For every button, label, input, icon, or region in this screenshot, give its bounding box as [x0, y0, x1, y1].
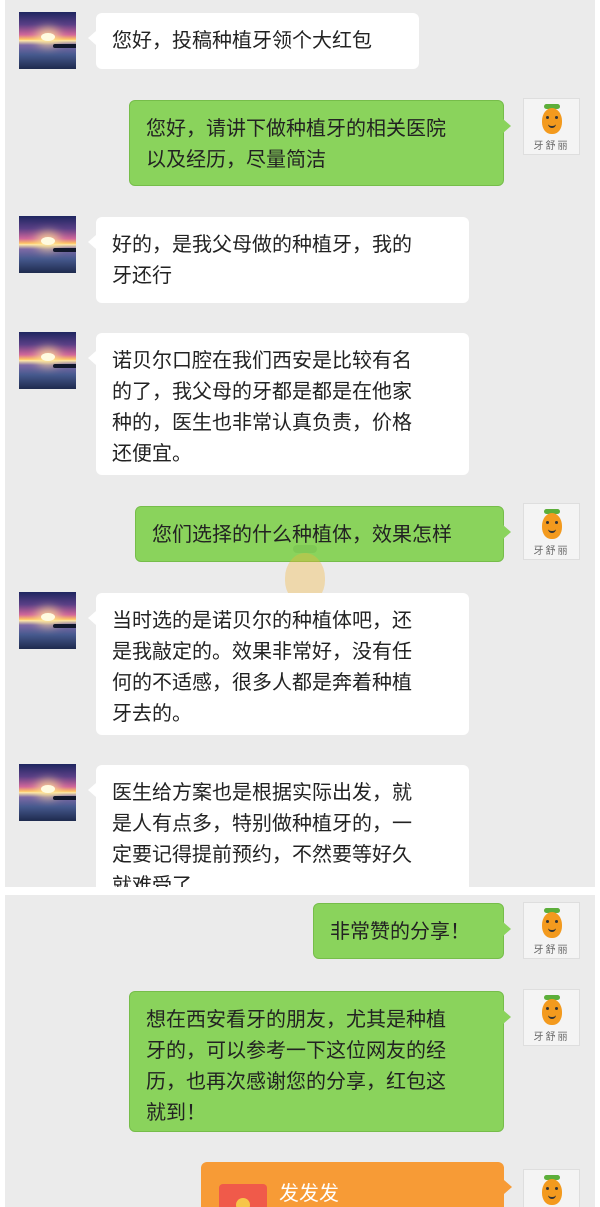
message-line: 您好，请讲下做种植牙的相关医院 — [146, 116, 446, 140]
message-line: 诺贝尔口腔在我们西安是比较有名 — [112, 348, 412, 372]
message-line: 医生给方案也是根据实际出发，就 — [112, 780, 412, 804]
brand-avatar-label: 牙舒丽 — [533, 1032, 570, 1043]
message-bubble-incoming[interactable]: 医生给方案也是根据实际出发，就 是人有点多，特别做种植牙的，一 定要记得提前预约… — [88, 765, 469, 887]
brand-avatar-label: 牙舒丽 — [533, 945, 570, 956]
message-bubble-incoming[interactable]: 诺贝尔口腔在我们西安是比较有名 的了，我父母的牙都是都是在他家 种的，医生也非常… — [88, 333, 469, 475]
message-bubble-incoming[interactable]: 您好，投稿种植牙领个大红包 — [88, 13, 419, 69]
red-packet-message[interactable]: 发发发 — [201, 1162, 512, 1207]
carrot-mascot-icon — [542, 108, 562, 134]
carrot-mascot-icon — [542, 513, 562, 539]
red-packet-icon — [219, 1184, 267, 1207]
message-line: 种的，医生也非常认真负责，价格 — [112, 410, 412, 434]
user-avatar[interactable] — [19, 764, 76, 821]
message-line: 还便宜。 — [112, 441, 192, 465]
message-bubble-incoming[interactable]: 当时选的是诺贝尔的种植体吧，还 是我敲定的。效果非常好，没有任 何的不适感，很多… — [88, 593, 469, 735]
user-avatar[interactable] — [19, 216, 76, 273]
user-avatar[interactable] — [19, 12, 76, 69]
message-line: 是人有点多，特别做种植牙的，一 — [112, 811, 412, 835]
message-line: 的了，我父母的牙都是都是在他家 — [112, 379, 412, 403]
message-bubble-outgoing[interactable]: 您好，请讲下做种植牙的相关医院 以及经历，尽量简洁 — [129, 100, 511, 186]
chat-panel-bottom: 牙舒丽 非常赞的分享！ 牙舒丽 想在西安看牙的朋友，尤其是种植 牙的，可以参考一… — [5, 895, 595, 1207]
carrot-mascot-icon — [542, 912, 562, 938]
brand-avatar[interactable]: 牙舒丽 — [523, 503, 580, 560]
message-line: 是我敲定的。效果非常好，没有任 — [112, 639, 412, 663]
brand-avatar[interactable]: 牙舒丽 — [523, 98, 580, 155]
brand-avatar-label: 牙舒丽 — [533, 141, 570, 152]
message-line: 以及经历，尽量简洁 — [146, 147, 326, 171]
brand-avatar[interactable]: 牙舒丽 — [523, 1169, 580, 1207]
user-avatar[interactable] — [19, 332, 76, 389]
message-line: 非常赞的分享！ — [330, 919, 470, 943]
chat-panel-top: 您好，投稿种植牙领个大红包 牙舒丽 您好，请讲下做种植牙的相关医院 以及经历，尽… — [5, 0, 595, 887]
brand-avatar[interactable]: 牙舒丽 — [523, 902, 580, 959]
message-line: 您好，投稿种植牙领个大红包 — [112, 28, 372, 52]
message-line: 好的，是我父母做的种植牙，我的 — [112, 232, 412, 256]
brand-avatar-label: 牙舒丽 — [533, 546, 570, 557]
message-bubble-outgoing[interactable]: 想在西安看牙的朋友，尤其是种植 牙的，可以参考一下这位网友的经 历，也再次感谢您… — [129, 991, 511, 1132]
message-line: 当时选的是诺贝尔的种植体吧，还 — [112, 608, 412, 632]
message-bubble-outgoing[interactable]: 非常赞的分享！ — [313, 903, 511, 959]
message-line: 想在西安看牙的朋友，尤其是种植 — [146, 1007, 446, 1031]
message-line: 牙去的。 — [112, 701, 192, 725]
message-line: 牙的，可以参考一下这位网友的经 — [146, 1038, 446, 1062]
message-line: 就到！ — [146, 1100, 206, 1124]
message-line: 牙还行 — [112, 263, 172, 287]
carrot-mascot-icon — [542, 1179, 562, 1205]
message-line: 就难受了。 — [112, 873, 212, 887]
user-avatar[interactable] — [19, 592, 76, 649]
message-line: 定要记得提前预约，不然要等好久 — [112, 842, 412, 866]
message-bubble-incoming[interactable]: 好的，是我父母做的种植牙，我的 牙还行 — [88, 217, 469, 303]
message-line: 何的不适感，很多人都是奔着种植 — [112, 670, 412, 694]
message-line: 历，也再次感谢您的分享，红包这 — [146, 1069, 446, 1093]
red-packet-title: 发发发 — [279, 1181, 339, 1205]
brand-avatar[interactable]: 牙舒丽 — [523, 989, 580, 1046]
carrot-mascot-icon — [542, 999, 562, 1025]
